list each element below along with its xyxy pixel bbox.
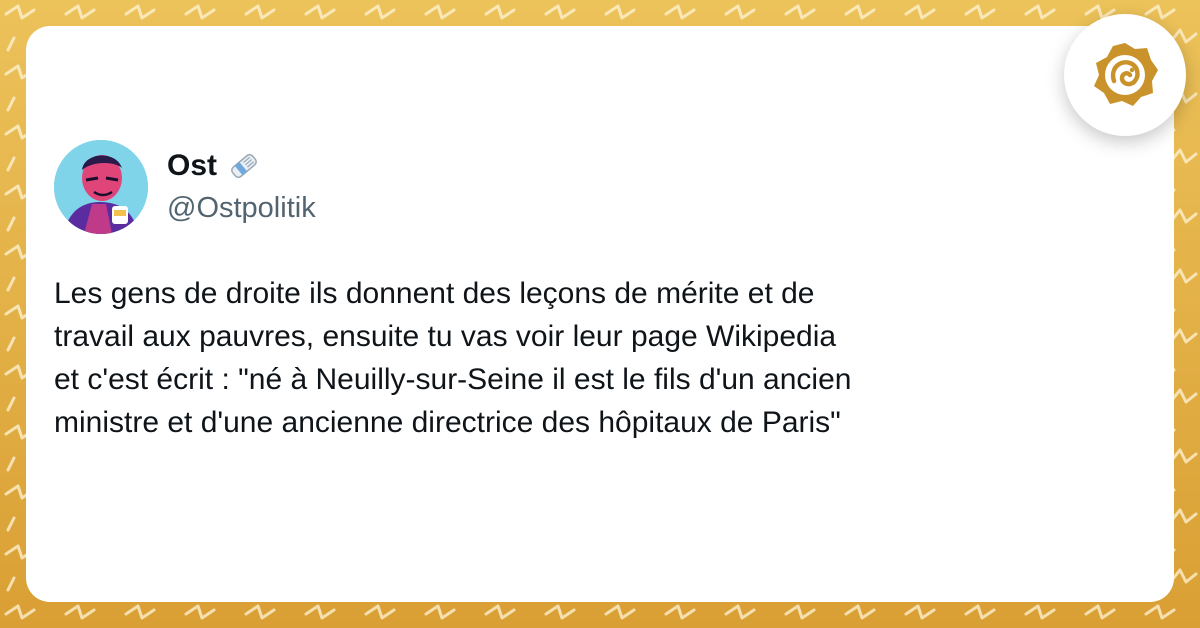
newspaper-roll-icon [231,153,257,179]
author-row: Ost [167,146,261,186]
tweet-text-line: et c'est écrit : "né à Neuilly-sur-Seine… [54,363,852,396]
brand-badge [1064,14,1186,136]
tweet-text: Les gens de droite ils donnent des leçon… [54,272,1164,444]
author-handle[interactable]: @Ostpolitik [167,192,316,225]
tweet-text-line: ministre et d'une ancienne directrice de… [54,406,841,439]
avatar[interactable] [54,140,148,234]
tweet-text-line: travail aux pauvres, ensuite tu vas voir… [54,320,837,353]
avatar-illustration [54,140,148,234]
author-name[interactable]: Ost [167,149,217,183]
gold-bird-logo-icon [1094,43,1158,106]
tweet-text-line: Les gens de droite ils donnent des leçon… [54,277,815,310]
